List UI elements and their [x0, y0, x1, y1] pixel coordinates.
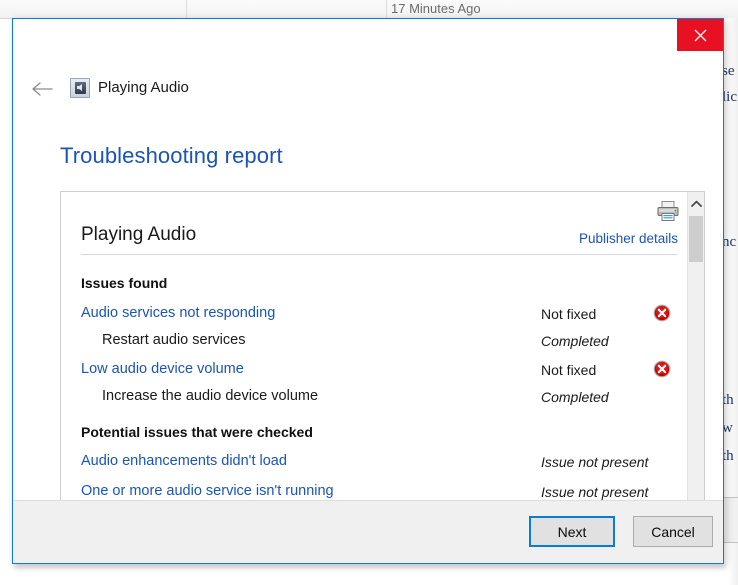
header-divider: [81, 254, 677, 255]
section-heading-potential-issues: Potential issues that were checked: [81, 424, 313, 440]
issue-link[interactable]: Audio services not responding: [81, 305, 275, 321]
report-header-title: Playing Audio: [81, 224, 197, 245]
issue-status: Not fixed: [541, 362, 597, 378]
chevron-up-icon: [690, 200, 702, 207]
checked-issue-link[interactable]: One or more audio service isn't running: [81, 483, 334, 499]
background-column-divider: [386, 0, 387, 18]
report-panel: Playing Audio Publisher details Issues f…: [60, 191, 705, 519]
dialog-title: Playing Audio: [98, 79, 189, 96]
error-icon: [653, 304, 671, 322]
report-content: Playing Audio Publisher details Issues f…: [61, 192, 687, 518]
checked-issue-link[interactable]: Audio enhancements didn't load: [81, 453, 287, 469]
arrow-left-icon: [32, 82, 53, 96]
issue-status: Not fixed: [541, 306, 597, 322]
error-icon: [653, 360, 671, 378]
dialog-footer: Next Cancel: [13, 500, 723, 563]
troubleshooter-dialog: Playing Audio Troubleshooting report Pla…: [12, 18, 724, 564]
close-icon: [694, 29, 706, 41]
background-text-fragment: nc: [722, 234, 737, 250]
section-heading-issues-found: Issues found: [81, 275, 168, 291]
close-button[interactable]: [677, 19, 723, 51]
next-button[interactable]: Next: [529, 516, 615, 547]
dialog-titlebar: [13, 19, 723, 65]
background-column-divider: [186, 0, 187, 18]
issue-action-status: Completed: [541, 333, 609, 349]
scrollbar-thumb[interactable]: [689, 216, 703, 262]
back-button[interactable]: [29, 76, 55, 102]
dialog-nav-row: Playing Audio: [13, 65, 723, 111]
playing-audio-icon: [70, 78, 90, 98]
issue-action-label: Restart audio services: [102, 332, 246, 348]
background-text-fragment: lic: [722, 89, 737, 105]
page-title: Troubleshooting report: [60, 143, 283, 168]
background-window-header: [0, 0, 738, 19]
publisher-details-link[interactable]: Publisher details: [579, 231, 678, 246]
cancel-button[interactable]: Cancel: [633, 516, 713, 547]
scroll-up-button[interactable]: [688, 194, 704, 214]
printer-icon: [657, 201, 679, 221]
background-timestamp: 17 Minutes Ago: [391, 1, 481, 16]
report-scrollbar[interactable]: [687, 192, 704, 518]
print-button[interactable]: [656, 200, 680, 222]
issue-action-label: Increase the audio device volume: [102, 388, 319, 404]
issue-link[interactable]: Low audio device volume: [81, 361, 244, 377]
issue-action-status: Completed: [541, 389, 609, 405]
checked-issue-status: Issue not present: [541, 484, 649, 500]
dialog-shadow: [14, 564, 726, 568]
checked-issue-status: Issue not present: [541, 454, 649, 470]
